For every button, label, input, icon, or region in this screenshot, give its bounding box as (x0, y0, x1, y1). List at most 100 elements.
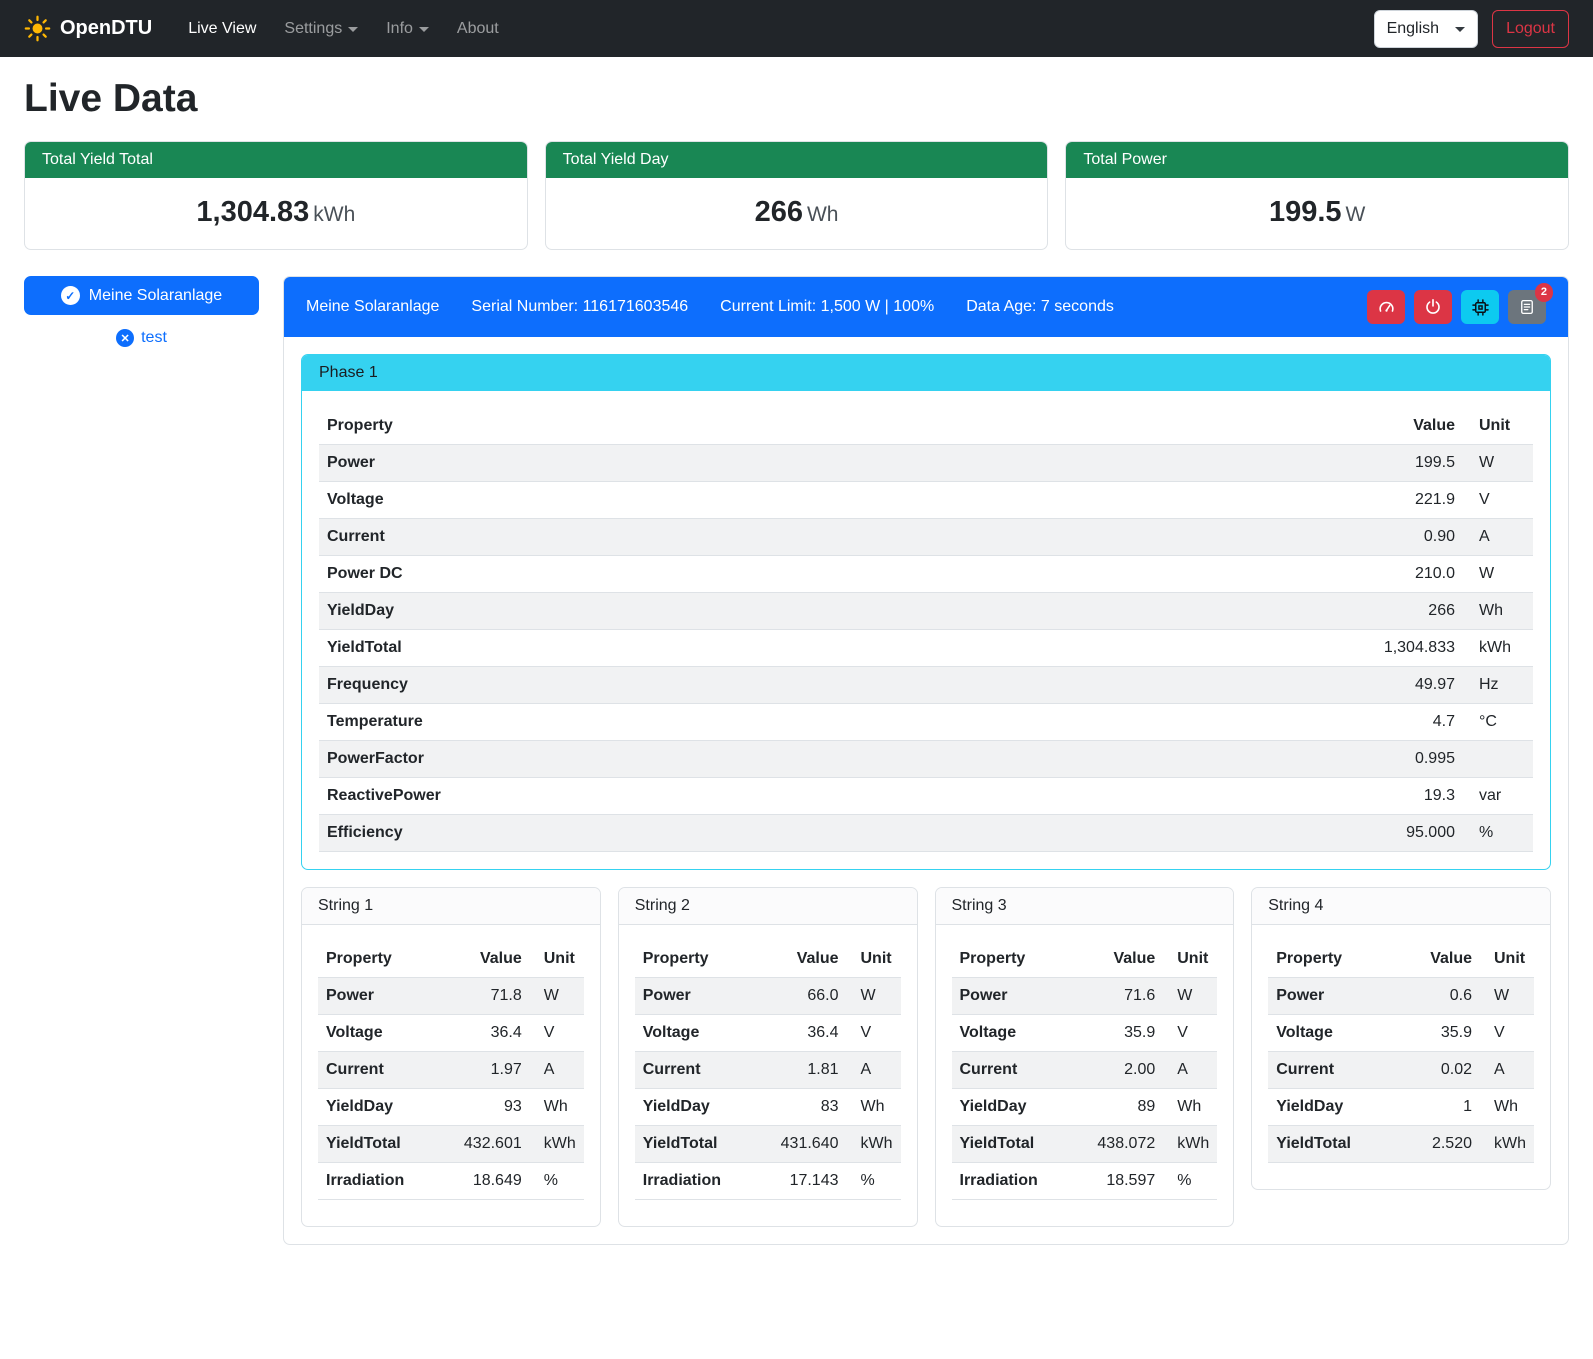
property-unit: % (530, 1163, 584, 1200)
table-row: YieldTotal2.520kWh (1268, 1126, 1534, 1163)
journal-text-icon (1518, 298, 1536, 316)
table-row: Voltage36.4V (635, 1015, 901, 1052)
column-header-property: Property (635, 941, 773, 978)
page-title: Live Data (24, 77, 1569, 121)
table-row: Power0.6W (1268, 978, 1534, 1015)
restart-device-button[interactable] (1461, 290, 1499, 324)
string-card: String 3 Property Value Unit Power71.6WV… (935, 887, 1235, 1227)
column-header-property: Property (952, 941, 1090, 978)
phase-panel-title: Phase 1 (302, 355, 1550, 391)
property-unit: W (847, 978, 901, 1015)
table-row: YieldDay93Wh (318, 1089, 584, 1126)
top-navbar: OpenDTU Live View Settings Info About En… (0, 0, 1593, 57)
card-value: 199.5 (1269, 196, 1342, 228)
test-inverter-link[interactable]: test (141, 329, 167, 347)
cpu-icon (1471, 298, 1490, 317)
summary-cards-row: Total Yield Total 1,304.83kWh Total Yiel… (24, 141, 1569, 250)
property-label: Current (319, 519, 1333, 556)
nav-settings[interactable]: Settings (272, 12, 370, 46)
property-value: 1,304.833 (1333, 630, 1463, 667)
nav-live-view[interactable]: Live View (176, 12, 268, 46)
card-value: 1,304.83 (196, 196, 309, 228)
property-value: 4.7 (1333, 704, 1463, 741)
property-label: PowerFactor (319, 741, 1333, 778)
brand-label: OpenDTU (60, 17, 152, 40)
table-row: Current1.81A (635, 1052, 901, 1089)
property-value: 17.143 (773, 1163, 847, 1200)
inverter-data-age: Data Age: 7 seconds (966, 298, 1114, 316)
property-value: 210.0 (1333, 556, 1463, 593)
string-card: String 2 Property Value Unit Power66.0WV… (618, 887, 918, 1227)
chevron-down-icon (419, 27, 429, 32)
property-value: 0.90 (1333, 519, 1463, 556)
property-unit: A (1163, 1052, 1217, 1089)
property-label: YieldTotal (952, 1126, 1090, 1163)
column-header-value: Value (773, 941, 847, 978)
property-unit: W (1480, 978, 1534, 1015)
inverter-select-label: Meine Solaranlage (89, 287, 222, 305)
property-unit: % (1163, 1163, 1217, 1200)
property-value: 95.000 (1333, 815, 1463, 852)
language-select[interactable]: English (1374, 10, 1478, 48)
limit-settings-button[interactable] (1367, 290, 1405, 324)
table-row: Current0.02A (1268, 1052, 1534, 1089)
property-value: 432.601 (456, 1126, 530, 1163)
property-label: Voltage (952, 1015, 1090, 1052)
property-unit: V (847, 1015, 901, 1052)
inverter-select-button[interactable]: ✓ Meine Solaranlage (24, 276, 259, 315)
string-table: Property Value Unit Power0.6WVoltage35.9… (1268, 941, 1534, 1163)
column-header-unit: Unit (530, 941, 584, 978)
property-label: YieldTotal (318, 1126, 456, 1163)
string-card-title: String 3 (936, 888, 1234, 925)
property-value: 19.3 (1333, 778, 1463, 815)
table-row: Current2.00A (952, 1052, 1218, 1089)
property-label: YieldDay (319, 593, 1333, 630)
chevron-down-icon (1455, 27, 1465, 32)
table-row: Power199.5W (319, 445, 1533, 482)
strings-row: String 1 Property Value Unit Power71.8WV… (301, 887, 1551, 1227)
chevron-down-icon (348, 27, 358, 32)
property-value: 221.9 (1333, 482, 1463, 519)
property-unit (1463, 741, 1533, 778)
phase-table: Property Value Unit Power199.5WVoltage22… (319, 408, 1533, 852)
property-label: Current (952, 1052, 1090, 1089)
property-unit: W (1463, 556, 1533, 593)
property-unit: Hz (1463, 667, 1533, 704)
power-button[interactable] (1414, 290, 1452, 324)
property-value: 18.649 (456, 1163, 530, 1200)
table-row: ReactivePower19.3var (319, 778, 1533, 815)
property-unit: V (1480, 1015, 1534, 1052)
inverter-name: Meine Solaranlage (306, 298, 439, 316)
language-select-value: English (1387, 20, 1439, 38)
property-label: Irradiation (318, 1163, 456, 1200)
table-row: YieldDay89Wh (952, 1089, 1218, 1126)
close-circle-icon[interactable]: ✕ (116, 329, 134, 347)
table-row: Irradiation18.649% (318, 1163, 584, 1200)
property-label: Irradiation (635, 1163, 773, 1200)
column-header-value: Value (456, 941, 530, 978)
property-value: 2.00 (1089, 1052, 1163, 1089)
property-unit: var (1463, 778, 1533, 815)
property-label: ReactivePower (319, 778, 1333, 815)
check-circle-icon: ✓ (61, 286, 80, 305)
property-value: 1 (1408, 1089, 1480, 1126)
logout-button[interactable]: Logout (1492, 10, 1569, 48)
property-unit: A (1463, 519, 1533, 556)
string-card: String 1 Property Value Unit Power71.8WV… (301, 887, 601, 1227)
table-header-row: Property Value Unit (635, 941, 901, 978)
table-row: YieldDay266Wh (319, 593, 1533, 630)
total-power-card: Total Power 199.5W (1065, 141, 1569, 250)
table-row: Temperature4.7°C (319, 704, 1533, 741)
nav-about[interactable]: About (445, 12, 511, 46)
card-title: Total Yield Total (25, 142, 527, 178)
property-value: 266 (1333, 593, 1463, 630)
app-brand[interactable]: OpenDTU (24, 15, 152, 42)
event-log-button[interactable]: 2 (1508, 290, 1546, 324)
property-label: Temperature (319, 704, 1333, 741)
property-unit: % (847, 1163, 901, 1200)
inverter-selector-column: ✓ Meine Solaranlage ✕ test (24, 276, 259, 347)
nav-info[interactable]: Info (374, 12, 441, 46)
property-unit: kWh (1463, 630, 1533, 667)
property-unit: W (530, 978, 584, 1015)
property-unit: W (1463, 445, 1533, 482)
